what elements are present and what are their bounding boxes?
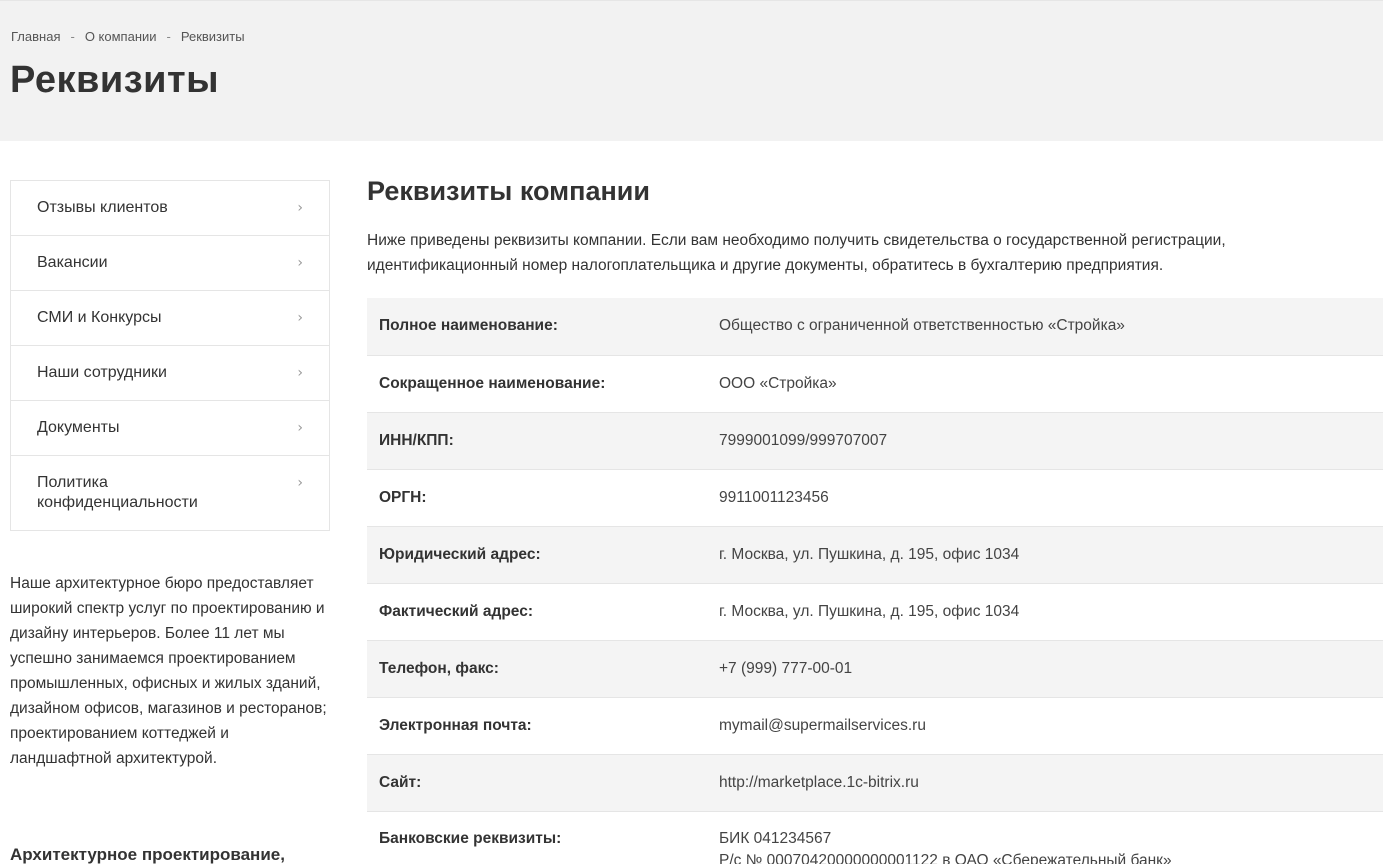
chevron-right-icon: › [297, 255, 303, 271]
bank-account: Р/с № 00070420000000001122 в ОАО «Сбереж… [719, 851, 1172, 864]
chevron-right-icon: › [297, 420, 303, 436]
chevron-right-icon: › [297, 310, 303, 326]
row-value: г. Москва, ул. Пушкина, д. 195, офис 103… [719, 526, 1383, 584]
row-value: http://marketplace.1c-bitrix.ru [719, 754, 1383, 812]
menu-item-vacancies[interactable]: Вакансии › [11, 236, 329, 291]
breadcrumb: Главная - О компании - Реквизиты [11, 29, 245, 44]
row-label: Фактический адрес: [367, 583, 719, 641]
row-value: г. Москва, ул. Пушкина, д. 195, офис 103… [719, 583, 1383, 641]
table-row-bank: Банковские реквизиты: БИК 041234567 Р/с … [367, 811, 1383, 864]
row-label: Телефон, факс: [367, 640, 719, 698]
menu-item-label: Наши сотрудники [37, 364, 167, 381]
row-label: Полное наименование: [367, 298, 719, 356]
row-label: ИНН/КПП: [367, 412, 719, 470]
table-row: Юридический адрес: г. Москва, ул. Пушкин… [367, 526, 1383, 584]
row-label: Юридический адрес: [367, 526, 719, 584]
chevron-right-icon: › [297, 200, 303, 216]
content-intro: Ниже приведены реквизиты компании. Если … [367, 232, 1226, 274]
side-menu: Отзывы клиентов › Вакансии › СМИ и Конку… [10, 180, 330, 531]
row-value: mymail@supermailservices.ru [719, 697, 1383, 755]
table-row: ИНН/КПП: 7999001099/999707007 [367, 412, 1383, 470]
row-value: ООО «Стройка» [719, 355, 1383, 413]
breadcrumb-home[interactable]: Главная [11, 29, 60, 44]
menu-item-label: Документы [37, 419, 120, 436]
chevron-right-icon: › [297, 365, 303, 381]
row-label: Электронная почта: [367, 697, 719, 755]
table-row: Сокращенное наименование: ООО «Стройка» [367, 355, 1383, 413]
row-value: БИК 041234567 Р/с № 00070420000000001122… [719, 811, 1383, 864]
menu-item-reviews[interactable]: Отзывы клиентов › [11, 181, 329, 236]
row-label: Банковские реквизиты: [367, 811, 719, 864]
sidebar-description: Наше архитектурное бюро предоставляет ши… [10, 575, 327, 767]
table-row: Фактический адрес: г. Москва, ул. Пушкин… [367, 583, 1383, 641]
menu-item-privacy[interactable]: Политика конфиденциальности › [11, 456, 329, 530]
menu-item-label: СМИ и Конкурсы [37, 309, 162, 326]
breadcrumb-separator: - [70, 29, 75, 44]
menu-item-label: Отзывы клиентов [37, 199, 168, 216]
table-row: Сайт: http://marketplace.1c-bitrix.ru [367, 754, 1383, 812]
menu-item-label: Политика конфиденциальности [37, 474, 198, 511]
requisites-table: Полное наименование: Общество с ограниче… [367, 298, 1383, 864]
content-title: Реквизиты компании [367, 176, 650, 206]
page-header: Главная - О компании - Реквизиты Реквизиты [0, 0, 1383, 141]
row-value: Общество с ограниченной ответственностью… [719, 298, 1383, 356]
breadcrumb-about[interactable]: О компании [85, 29, 157, 44]
table-row: Телефон, факс: +7 (999) 777-00-01 [367, 640, 1383, 698]
menu-item-media[interactable]: СМИ и Конкурсы › [11, 291, 329, 346]
bank-bik: БИК 041234567 [719, 829, 832, 847]
menu-item-documents[interactable]: Документы › [11, 401, 329, 456]
table-row: Электронная почта: mymail@supermailservi… [367, 697, 1383, 755]
page-title: Реквизиты [10, 59, 220, 101]
menu-item-staff[interactable]: Наши сотрудники › [11, 346, 329, 401]
row-label: Сайт: [367, 754, 719, 812]
row-label: ОРГН: [367, 469, 719, 527]
chevron-right-icon: › [297, 475, 303, 491]
table-row: ОРГН: 9911001123456 [367, 469, 1383, 527]
row-value: 9911001123456 [719, 469, 1383, 527]
breadcrumb-current: Реквизиты [180, 29, 245, 44]
row-value: +7 (999) 777-00-01 [719, 640, 1383, 698]
row-label: Сокращенное наименование: [367, 355, 719, 413]
breadcrumb-separator: - [166, 29, 171, 44]
sidebar-subtitle: Архитектурное проектирование, [10, 845, 285, 864]
table-row: Полное наименование: Общество с ограниче… [367, 298, 1383, 356]
menu-item-label: Вакансии [37, 254, 108, 271]
row-value: 7999001099/999707007 [719, 412, 1383, 470]
